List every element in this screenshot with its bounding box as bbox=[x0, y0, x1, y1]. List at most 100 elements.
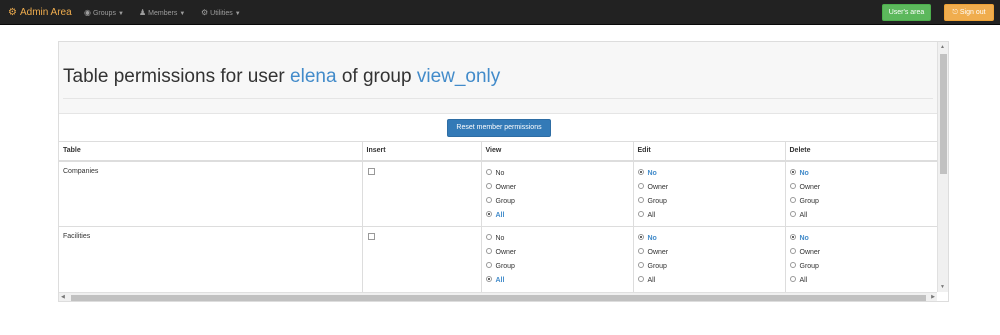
edit-option-no[interactable]: No bbox=[637, 233, 781, 247]
radio-button[interactable] bbox=[637, 182, 644, 189]
option-label: No bbox=[799, 235, 809, 242]
users-area-button[interactable]: User's area bbox=[882, 4, 931, 21]
reset-permissions-button[interactable]: Reset member permissions bbox=[447, 119, 551, 137]
view-option-owner[interactable]: Owner bbox=[485, 182, 629, 196]
radio-button[interactable] bbox=[637, 196, 644, 203]
horizontal-scrollbar[interactable]: ◀ ▶ bbox=[59, 292, 937, 301]
edit-option-all[interactable]: All bbox=[637, 275, 781, 289]
insert-checkbox[interactable] bbox=[367, 167, 375, 175]
user-icon: ♟ bbox=[139, 8, 147, 17]
vertical-scroll-thumb[interactable] bbox=[940, 54, 947, 174]
caret-down-icon: ▼ bbox=[234, 11, 241, 17]
delete-option-owner[interactable]: Owner bbox=[789, 247, 934, 261]
sign-out-icon: ⎋ bbox=[952, 9, 960, 16]
delete-option-group[interactable]: Group bbox=[789, 196, 934, 210]
radio-button[interactable] bbox=[637, 168, 644, 175]
vertical-scrollbar[interactable]: ▲ ▼ bbox=[937, 42, 948, 292]
view-permission-cell: No Owner Group All bbox=[481, 160, 634, 227]
view-option-all[interactable]: All bbox=[485, 275, 629, 289]
radio-button[interactable] bbox=[485, 276, 492, 283]
nav-groups-dropdown[interactable]: ◉ Groups ▼ bbox=[84, 0, 124, 25]
delete-option-owner[interactable]: Owner bbox=[789, 182, 934, 196]
option-label: No bbox=[647, 169, 657, 177]
edit-option-all[interactable]: All bbox=[637, 210, 781, 224]
delete-permission-cell: No Owner Group All bbox=[785, 160, 937, 227]
option-label: All bbox=[495, 211, 505, 219]
insert-cell bbox=[362, 160, 482, 227]
scroll-down-icon[interactable]: ▼ bbox=[940, 284, 945, 290]
nav-utilities-dropdown[interactable]: ⚙ Utilities ▼ bbox=[201, 0, 241, 25]
scroll-left-icon[interactable]: ◀ bbox=[61, 294, 65, 300]
option-label: Owner bbox=[495, 183, 517, 191]
radio-button[interactable] bbox=[789, 234, 796, 241]
view-permission-cell: No Owner Group All bbox=[481, 226, 634, 293]
radio-button[interactable] bbox=[637, 210, 644, 217]
view-option-group[interactable]: Group bbox=[485, 196, 629, 210]
nav-members-label: Members bbox=[148, 10, 178, 17]
scroll-up-icon[interactable]: ▲ bbox=[940, 44, 945, 50]
title-group: view_only bbox=[416, 66, 501, 87]
sign-out-button[interactable]: ⎋ Sign out bbox=[944, 4, 994, 21]
header-delete: Delete bbox=[785, 141, 937, 162]
nav-members-dropdown[interactable]: ♟ Members ▼ bbox=[139, 0, 185, 25]
nav-groups-label: Groups bbox=[92, 10, 116, 17]
edit-option-owner[interactable]: Owner bbox=[637, 247, 781, 261]
option-label: No bbox=[647, 235, 657, 242]
cog-icon: ⚙ bbox=[201, 8, 209, 17]
brand-label: Admin Area bbox=[19, 7, 72, 18]
edit-option-owner[interactable]: Owner bbox=[637, 182, 781, 196]
option-label: Group bbox=[647, 263, 667, 270]
radio-button[interactable] bbox=[485, 248, 492, 255]
radio-button[interactable] bbox=[485, 234, 492, 241]
scroll-right-icon[interactable]: ▶ bbox=[931, 294, 935, 300]
option-label: Group bbox=[799, 263, 819, 270]
view-option-group[interactable]: Group bbox=[485, 261, 629, 275]
radio-button[interactable] bbox=[637, 276, 644, 283]
option-label: All bbox=[495, 277, 505, 284]
delete-option-no[interactable]: No bbox=[789, 233, 934, 247]
edit-option-no[interactable]: No bbox=[637, 168, 781, 182]
radio-button[interactable] bbox=[789, 168, 796, 175]
radio-button[interactable] bbox=[485, 210, 492, 217]
radio-button[interactable] bbox=[789, 210, 796, 217]
option-label: All bbox=[647, 211, 656, 219]
radio-button[interactable] bbox=[789, 248, 796, 255]
option-label: Group bbox=[495, 197, 515, 205]
radio-button[interactable] bbox=[485, 196, 492, 203]
radio-button[interactable] bbox=[789, 182, 796, 189]
delete-option-all[interactable]: All bbox=[789, 275, 934, 289]
view-option-all[interactable]: All bbox=[485, 210, 629, 224]
title-divider bbox=[63, 98, 933, 99]
radio-button[interactable] bbox=[637, 262, 644, 269]
title-prefix: Table permissions for user bbox=[63, 66, 285, 87]
delete-option-all[interactable]: All bbox=[789, 210, 934, 224]
radio-button[interactable] bbox=[637, 234, 644, 241]
radio-button[interactable] bbox=[485, 182, 492, 189]
brand-link[interactable]: ⚙ Admin Area bbox=[8, 0, 72, 25]
header-table: Table bbox=[59, 141, 363, 162]
option-label: Group bbox=[647, 197, 667, 205]
edit-option-group[interactable]: Group bbox=[637, 196, 781, 210]
radio-button[interactable] bbox=[789, 262, 796, 269]
radio-button[interactable] bbox=[789, 196, 796, 203]
globe-icon: ◉ bbox=[84, 8, 91, 17]
radio-button[interactable] bbox=[637, 248, 644, 255]
option-label: Owner bbox=[799, 183, 821, 191]
view-option-owner[interactable]: Owner bbox=[485, 247, 629, 261]
radio-button[interactable] bbox=[485, 168, 492, 175]
radio-button[interactable] bbox=[789, 276, 796, 283]
delete-option-group[interactable]: Group bbox=[789, 261, 934, 275]
view-option-no[interactable]: No bbox=[485, 233, 629, 247]
table-name-cell: Companies bbox=[59, 160, 363, 227]
radio-button[interactable] bbox=[485, 262, 492, 269]
sign-out-label: Sign out bbox=[959, 9, 986, 16]
view-option-no[interactable]: No bbox=[485, 168, 629, 182]
horizontal-scroll-thumb[interactable] bbox=[71, 295, 926, 301]
delete-option-no[interactable]: No bbox=[789, 168, 934, 182]
insert-checkbox[interactable] bbox=[367, 233, 375, 240]
permissions-table: Table Insert View Edit Delete Companies N… bbox=[59, 141, 937, 293]
option-label: Owner bbox=[495, 249, 517, 256]
table-name-cell: Facilities bbox=[59, 226, 363, 293]
header-insert: Insert bbox=[362, 141, 482, 162]
edit-option-group[interactable]: Group bbox=[637, 261, 781, 275]
